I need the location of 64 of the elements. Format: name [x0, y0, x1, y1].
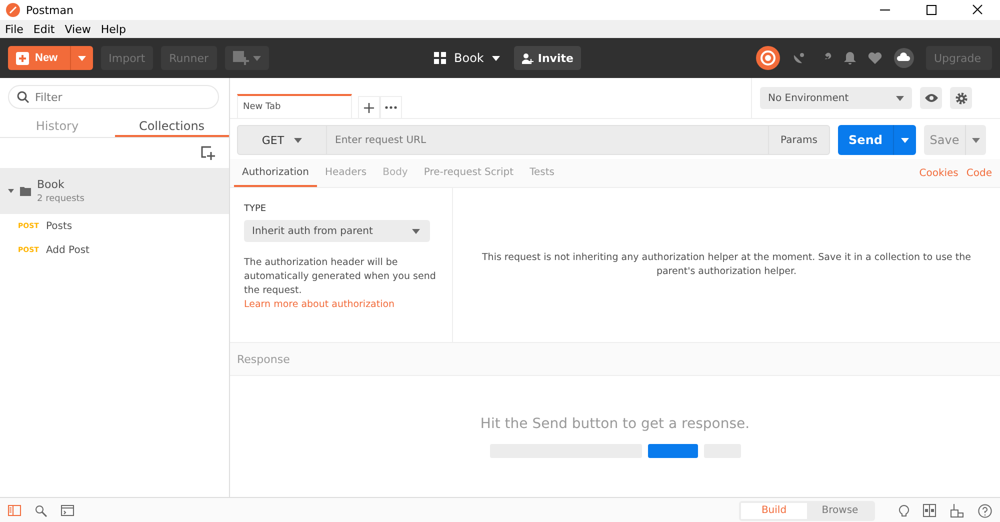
expand-icon	[8, 188, 14, 194]
cloud-icon[interactable]	[894, 48, 914, 68]
caret-icon	[294, 138, 302, 142]
add-tab-button[interactable]	[358, 96, 380, 118]
menu-item[interactable]: View	[60, 22, 96, 36]
sidebar-toggle-icon[interactable]	[8, 505, 21, 516]
placeholder-bar	[648, 444, 698, 458]
caret-icon	[492, 56, 500, 60]
keyboard-icon[interactable]	[950, 504, 964, 518]
eye-button[interactable]	[920, 87, 942, 109]
window-title: Postman	[26, 4, 74, 16]
gear-icon	[954, 92, 968, 104]
response-hint: Hit the Send button to get a response.	[480, 416, 750, 432]
workspace-switcher[interactable]: Book	[428, 50, 506, 66]
caret-icon	[972, 138, 980, 142]
params-button[interactable]: Params	[768, 125, 830, 155]
grid-icon	[434, 52, 446, 64]
sync-icon[interactable]	[756, 46, 780, 70]
two-pane-icon[interactable]	[923, 504, 936, 516]
search-icon	[17, 91, 29, 103]
new-collection-icon[interactable]	[201, 146, 215, 160]
caret-icon	[901, 138, 909, 142]
more-icon	[385, 106, 397, 109]
menu-item[interactable]: Help	[96, 22, 131, 36]
send-button[interactable]: Send	[838, 125, 916, 155]
caret-icon	[896, 96, 904, 100]
caret-icon	[252, 56, 260, 60]
collection-item[interactable]: Book 2 requests	[0, 168, 229, 214]
app-logo	[6, 3, 20, 17]
window-plus-icon	[232, 51, 248, 65]
folder-icon	[20, 186, 31, 196]
heart-icon[interactable]	[868, 52, 882, 64]
lightbulb-icon[interactable]	[899, 504, 909, 518]
menu-item[interactable]: File	[0, 22, 28, 36]
help-icon[interactable]	[978, 504, 992, 518]
method-select[interactable]: GET	[237, 125, 327, 155]
menu-item[interactable]: Edit	[28, 22, 60, 36]
plus-icon	[16, 52, 29, 64]
collection-name: Book	[37, 178, 66, 191]
console-icon[interactable]	[61, 505, 74, 516]
request-count: 2 requests	[37, 194, 84, 204]
environment-select[interactable]: No Environment	[760, 87, 912, 109]
mode-tab[interactable]: Browse	[807, 502, 873, 518]
url-field[interactable]: Enter request URL	[327, 125, 768, 155]
auth-description: The authorization header will be automatically generated when you send the request. Learn more about authorization	[244, 256, 437, 312]
type-label: TYPE	[244, 204, 268, 214]
request-tab[interactable]: New Tab	[237, 94, 352, 118]
response-title: Response	[237, 352, 290, 366]
caret-icon	[412, 228, 420, 234]
auth-message: This request is not inheriting any authorization helper at the moment. Save it in a collection to use the parent's authorization helper.	[481, 251, 972, 279]
sidebar-tab[interactable]: Collections	[114, 113, 229, 137]
add-user-icon	[522, 52, 534, 64]
plus-icon	[364, 102, 374, 112]
more-button[interactable]	[380, 96, 402, 118]
invite-button[interactable]: Invite	[514, 46, 582, 70]
search-icon[interactable]	[35, 504, 47, 516]
eye-icon	[924, 94, 938, 102]
new-window-button[interactable]	[224, 46, 268, 70]
section-tab[interactable]: Authorization	[234, 159, 317, 187]
filter-field[interactable]: Filter	[8, 85, 219, 109]
bell-icon[interactable]	[844, 51, 856, 65]
caret-icon	[78, 56, 86, 60]
settings-button[interactable]	[950, 87, 972, 109]
auth-type-select[interactable]: Inherit auth from parent	[244, 220, 430, 242]
